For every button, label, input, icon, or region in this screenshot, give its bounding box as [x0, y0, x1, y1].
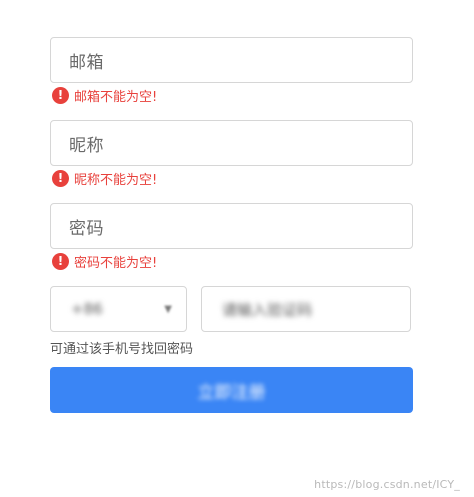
register-form: 邮箱 ! 邮箱不能为空! 昵称 ! 昵称不能为空! 密码 ! 密码不能为空! +… — [0, 0, 474, 497]
error-icon: ! — [52, 169, 69, 187]
recovery-hint: 可通过该手机号找回密码 — [50, 342, 194, 357]
nickname-error-text: 昵称不能为空! — [74, 172, 158, 188]
verify-code-placeholder: 请输入验证码 — [222, 300, 313, 319]
error-icon: ! — [52, 252, 69, 270]
password-placeholder: 密码 — [69, 218, 104, 239]
email-error-text: 邮箱不能为空! — [74, 89, 158, 105]
register-button[interactable]: 立即注册 — [50, 367, 413, 413]
nickname-error: ! 昵称不能为空! — [52, 169, 158, 188]
register-button-label: 立即注册 — [197, 382, 266, 403]
watermark: https://blog.csdn.net/ICY_ — [314, 478, 460, 491]
password-error-text: 密码不能为空! — [74, 255, 158, 271]
error-icon: ! — [52, 86, 69, 104]
email-error: ! 邮箱不能为空! — [52, 86, 158, 105]
verify-code-input[interactable]: 请输入验证码 — [201, 286, 411, 332]
password-error: ! 密码不能为空! — [52, 252, 158, 271]
chevron-down-icon: ▼ — [164, 303, 172, 315]
password-input[interactable]: 密码 — [50, 203, 413, 249]
email-input[interactable]: 邮箱 — [50, 37, 413, 83]
phone-prefix-value: +86 — [71, 300, 103, 318]
phone-prefix-select[interactable]: +86 ▼ — [50, 286, 187, 332]
nickname-input[interactable]: 昵称 — [50, 120, 413, 166]
email-placeholder: 邮箱 — [69, 52, 104, 73]
nickname-placeholder: 昵称 — [69, 135, 104, 156]
